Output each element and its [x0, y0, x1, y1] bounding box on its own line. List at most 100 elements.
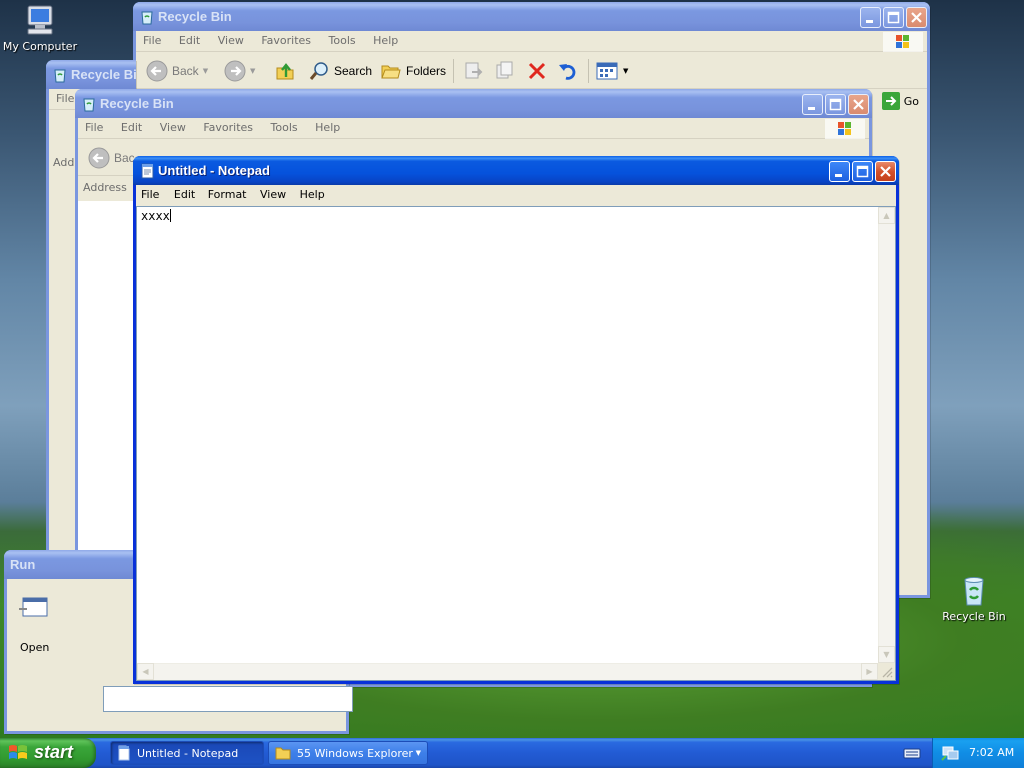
maximize-button[interactable]	[825, 94, 846, 115]
window-title: Recycle Bin	[158, 9, 232, 24]
title-bar[interactable]: Recycle Bi	[46, 60, 137, 89]
up-folder-icon	[276, 63, 294, 80]
views-icon	[596, 62, 618, 80]
scroll-down-button[interactable]: ▼	[878, 646, 895, 663]
taskbar: start Untitled - Notepad 55 Windows Expl…	[0, 738, 1024, 768]
menu-help[interactable]: Help	[308, 118, 347, 134]
taskbar-item-windows-explorer[interactable]: 55 Windows Explorer ▼	[268, 741, 428, 765]
notepad-icon	[141, 163, 154, 179]
down-arrow-icon: ▼	[883, 650, 890, 659]
scroll-right-button[interactable]: ▶	[861, 663, 878, 680]
minimize-button[interactable]	[829, 161, 850, 182]
keyboard-icon[interactable]	[903, 746, 921, 760]
text-area[interactable]: xxxx ▲ ▼ ◀ ▶	[136, 206, 896, 681]
menu-tools[interactable]: Tools	[322, 31, 363, 47]
menu-format[interactable]: Format	[203, 185, 252, 201]
back-button[interactable]: Back ▼	[146, 59, 208, 83]
maximize-button[interactable]	[852, 161, 873, 182]
copy-to-icon	[496, 61, 513, 79]
my-computer-icon	[27, 5, 53, 35]
menu-file[interactable]: File	[78, 118, 110, 134]
search-label: Search	[334, 64, 373, 78]
delete-x-icon	[528, 62, 546, 80]
resize-grip-icon	[882, 667, 893, 678]
menu-tools[interactable]: Tools	[264, 118, 305, 134]
menu-view[interactable]: View	[255, 185, 291, 201]
menu-bar: File Edit View Favorites Tools Help	[78, 118, 869, 139]
menu-help[interactable]: Help	[295, 185, 330, 201]
menu-favorites[interactable]: Favorites	[196, 118, 260, 134]
views-button[interactable]: ▼	[595, 59, 628, 83]
menu-help[interactable]: Help	[366, 31, 405, 47]
menu-bar: File Edit Format View Help	[136, 185, 896, 206]
toolbar-separator	[453, 59, 454, 83]
forward-button[interactable]: ▼	[224, 59, 255, 83]
notepad-window[interactable]: Untitled - Notepad File Edit Format View…	[133, 156, 899, 684]
desktop-icon-my-computer[interactable]: My Computer	[0, 4, 80, 53]
minimize-button[interactable]	[860, 7, 881, 28]
move-to-button[interactable]	[462, 59, 484, 83]
recycle-bin-icon	[964, 577, 984, 606]
back-arrow-icon	[88, 147, 110, 169]
resize-grip[interactable]	[878, 663, 895, 680]
menu-bar: File Edit View Favorites Tools Help	[136, 31, 927, 52]
menu-view[interactable]: View	[211, 31, 251, 47]
close-button[interactable]	[906, 7, 927, 28]
start-button[interactable]: start	[0, 738, 96, 768]
horizontal-scrollbar[interactable]: ◀ ▶	[137, 663, 878, 680]
minimize-button[interactable]	[802, 94, 823, 115]
scroll-up-button[interactable]: ▲	[878, 207, 895, 224]
menu-file[interactable]: File	[136, 31, 168, 47]
window-title: Recycle Bin	[100, 96, 174, 111]
delete-button[interactable]	[526, 59, 548, 83]
close-button[interactable]	[848, 94, 869, 115]
menu-view[interactable]: View	[153, 118, 193, 134]
open-input[interactable]	[103, 686, 353, 712]
title-bar[interactable]: Untitled - Notepad	[133, 156, 899, 185]
desktop-icon-label: Recycle Bin	[942, 610, 1006, 623]
menu-edit[interactable]: Edit	[172, 31, 207, 47]
taskbar-item-label: Untitled - Notepad	[137, 746, 239, 760]
vertical-scrollbar[interactable]: ▲ ▼	[878, 207, 895, 663]
go-button[interactable]: Go	[881, 92, 919, 110]
dropdown-arrow-icon: ▼	[623, 67, 629, 75]
folders-button[interactable]: Folders	[380, 59, 446, 83]
close-icon	[911, 12, 922, 23]
undo-button[interactable]	[557, 59, 579, 83]
back-button[interactable]: Bac	[88, 146, 135, 170]
desktop-icon-recycle-bin[interactable]: Recycle Bin	[934, 574, 1014, 623]
dropdown-arrow-icon: ▼	[415, 749, 421, 757]
menu-edit[interactable]: Edit	[114, 118, 149, 134]
text-content: xxxx	[141, 209, 171, 223]
search-button[interactable]: Search	[308, 59, 372, 83]
open-label: Open	[20, 641, 50, 654]
go-arrow-icon	[881, 92, 900, 110]
menu-file[interactable]: File	[136, 185, 166, 201]
close-button[interactable]	[875, 161, 896, 182]
left-arrow-icon: ◀	[142, 667, 149, 676]
folders-icon	[381, 65, 401, 79]
search-icon	[309, 62, 328, 80]
copy-to-button[interactable]	[494, 59, 516, 83]
minimize-icon	[835, 174, 842, 177]
dropdown-arrow-icon: ▼	[202, 67, 209, 75]
text-caret	[169, 209, 171, 222]
window-title: Untitled - Notepad	[158, 163, 270, 178]
taskbar-item-notepad[interactable]: Untitled - Notepad	[110, 741, 264, 765]
up-folder-button[interactable]	[274, 59, 296, 83]
address-label: Address	[83, 181, 127, 194]
forward-arrow-icon	[224, 60, 246, 82]
title-bar[interactable]: Recycle Bin	[75, 89, 872, 118]
close-icon	[853, 99, 864, 110]
clock[interactable]: 7:02 AM	[969, 746, 1014, 759]
desktop: My Computer Recycle Bin Recycle Bin File…	[0, 0, 1024, 738]
taskbar-item-label: 55 Windows Explorer	[297, 746, 413, 760]
recycle-bin-icon	[141, 11, 153, 25]
scroll-left-button[interactable]: ◀	[137, 663, 154, 680]
title-bar[interactable]: Recycle Bin	[133, 2, 930, 31]
address-partial: Add	[53, 156, 75, 169]
menu-favorites[interactable]: Favorites	[254, 31, 318, 47]
maximize-button[interactable]	[883, 7, 904, 28]
menu-edit[interactable]: Edit	[170, 185, 199, 201]
network-icon[interactable]	[941, 745, 959, 761]
